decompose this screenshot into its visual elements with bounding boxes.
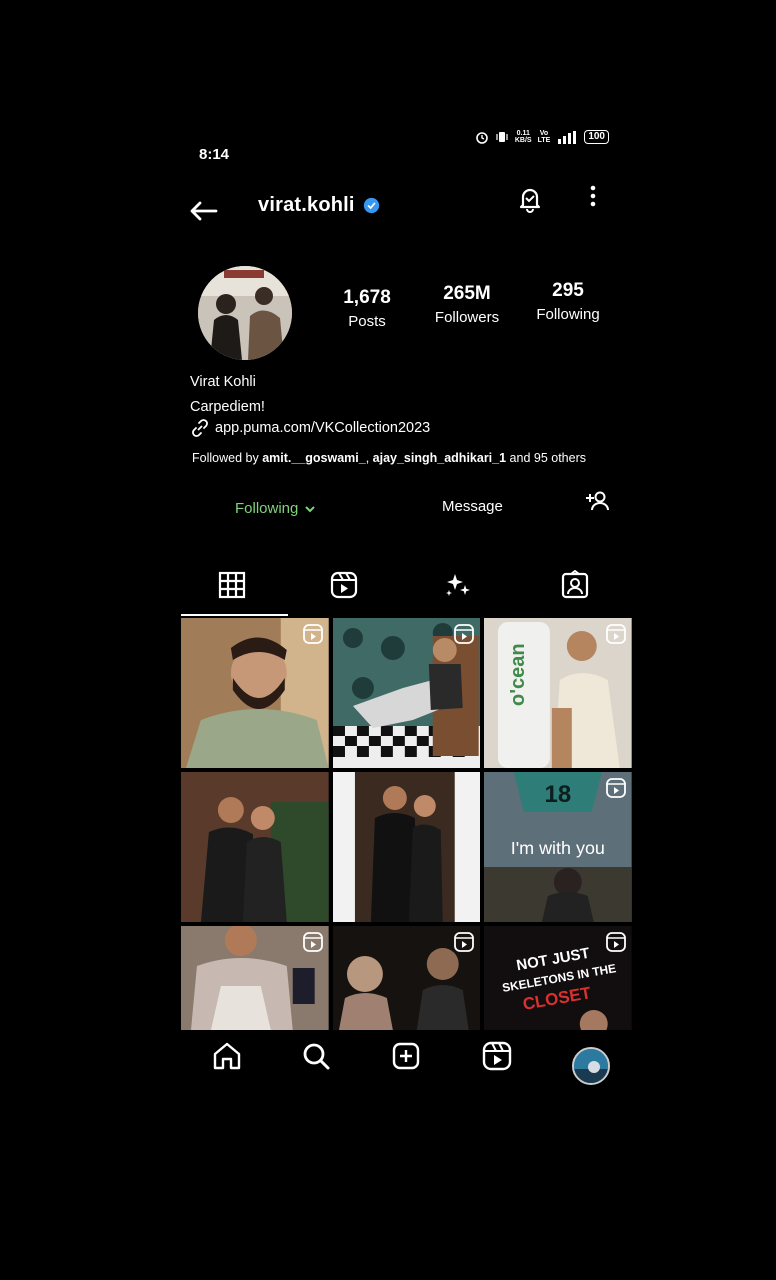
posts-grid: o'cean 18 I'm with you NOT JUST SKELETONS … (181, 618, 632, 1030)
posts-label: Posts (348, 313, 386, 330)
followed-user-2[interactable]: ajay_singh_adhikari_1 (373, 451, 506, 465)
followed-user-1[interactable]: amit.__goswami_ (262, 451, 366, 465)
svg-text:I'm with you: I'm with you (511, 838, 605, 858)
verified-badge-icon (363, 197, 379, 214)
signal-icon (558, 130, 577, 144)
reels-icon[interactable] (481, 1040, 513, 1072)
active-tab-indicator (181, 614, 288, 616)
reels-icon[interactable] (329, 570, 359, 600)
svg-text:o'cean: o'cean (507, 643, 529, 706)
grid-icon[interactable] (217, 570, 247, 600)
following-count: 295 (552, 280, 584, 301)
post-tile[interactable]: NOT JUST SKELETONS IN THE CLOSET (484, 926, 632, 1030)
following-label: Following (536, 306, 600, 323)
posts-stat[interactable]: 1,678 Posts (330, 287, 404, 330)
post-tile[interactable] (332, 926, 481, 1030)
add-person-icon[interactable] (584, 490, 610, 512)
svg-text:18: 18 (545, 781, 572, 808)
reel-badge-icon (606, 624, 626, 644)
reel-badge-icon (302, 932, 323, 952)
link-icon (192, 419, 208, 437)
post-tile[interactable]: 18 I'm with you (484, 772, 632, 922)
post-tile[interactable] (181, 772, 329, 922)
post-tile[interactable] (181, 926, 329, 1030)
post-tile[interactable] (332, 772, 481, 922)
followers-stat[interactable]: 265M Followers (428, 283, 506, 326)
following-stat[interactable]: 295 Following (524, 280, 612, 323)
following-button-label: Following (235, 500, 299, 517)
ai-sparkle-icon[interactable] (443, 570, 473, 600)
tagged-icon[interactable] (560, 570, 590, 600)
post-tile[interactable]: o'cean (484, 618, 632, 768)
post-tile[interactable] (332, 618, 481, 768)
username-text: virat.kohli (258, 194, 355, 216)
reel-badge-icon (606, 932, 626, 952)
profile-bio: Carpediem! (190, 399, 265, 415)
status-time: 8:14 (199, 146, 230, 163)
more-options-icon[interactable] (584, 184, 602, 210)
profile-avatar[interactable] (198, 266, 292, 360)
battery-indicator: 100 (584, 130, 609, 144)
post-tile[interactable] (181, 618, 329, 768)
reel-badge-icon (454, 932, 475, 952)
net-speed: 0.11 KB/S (514, 130, 532, 144)
home-icon[interactable] (211, 1040, 243, 1072)
followed-prefix: Followed by (192, 451, 263, 465)
reel-badge-icon (454, 624, 475, 644)
create-icon[interactable] (390, 1040, 422, 1072)
notification-bell-icon[interactable] (515, 184, 545, 214)
chevron-down-icon (305, 505, 316, 512)
vibrate-icon (496, 132, 508, 142)
followed-separator: , (365, 451, 373, 465)
search-icon[interactable] (300, 1040, 332, 1072)
profile-tab-avatar[interactable] (572, 1047, 610, 1085)
profile-name: Virat Kohli (190, 374, 256, 390)
volte-indicator: Vo LTE (537, 130, 551, 144)
followed-suffix: and 95 others (506, 451, 586, 465)
instagram-profile-screen: 8:14 0.11 KB/S Vo LTE 100 virat.kohli 1,67… (180, 120, 635, 1090)
status-icons: 0.11 KB/S Vo LTE 100 (475, 130, 609, 144)
posts-count: 1,678 (343, 287, 391, 308)
profile-link[interactable]: app.puma.com/VKCollection2023 (190, 418, 430, 438)
followers-label: Followers (434, 309, 500, 326)
profile-link-text[interactable]: app.puma.com/VKCollection2023 (215, 420, 430, 436)
followers-count: 265M (443, 283, 491, 304)
profile-username: virat.kohli (258, 194, 380, 217)
alarm-icon (476, 132, 488, 144)
back-arrow-icon[interactable] (186, 196, 220, 226)
followed-by[interactable]: Followed by amit.__goswami_, ajay_singh_… (192, 451, 586, 465)
reel-badge-icon (606, 778, 626, 798)
following-button[interactable]: Following (235, 500, 316, 517)
reel-badge-icon (302, 624, 323, 644)
message-button[interactable]: Message (442, 498, 503, 515)
